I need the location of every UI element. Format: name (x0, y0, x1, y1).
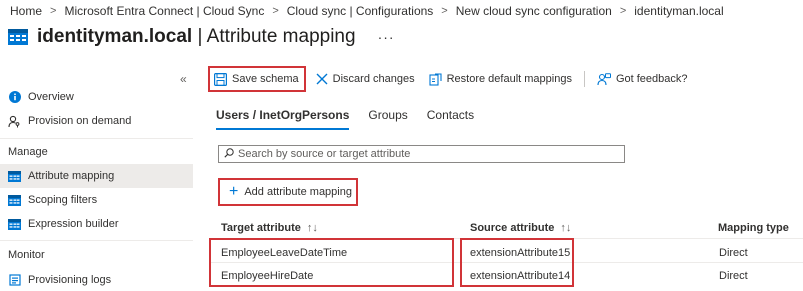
nav-section-monitor: Monitor (8, 249, 45, 261)
table-row-0-type: Direct (719, 247, 748, 259)
sidebar-item-label: Expression builder (28, 218, 119, 230)
column-header-label: Mapping type (718, 222, 789, 234)
nav-section-manage: Manage (8, 146, 48, 158)
save-schema-label: Save schema (232, 73, 299, 85)
sort-icon[interactable]: ↑↓ (307, 222, 318, 234)
discard-changes-label: Discard changes (332, 73, 415, 85)
breadcrumb-separator: > (619, 5, 627, 17)
plus-icon: + (229, 183, 239, 200)
feedback-icon (597, 72, 611, 86)
discard-changes-button[interactable]: Discard changes (312, 66, 419, 92)
tab-users-inetorgpersons[interactable]: Users / InetOrgPersons (216, 108, 350, 130)
column-header-label: Target attribute (221, 222, 301, 234)
table-row-1-type: Direct (719, 270, 748, 282)
column-header-label: Source attribute (470, 222, 555, 234)
sidebar-item-provisioning-logs[interactable]: Provisioning logs (0, 268, 193, 291)
sidebar-item-label: Provisioning logs (28, 274, 112, 286)
got-feedback-label: Got feedback? (615, 73, 688, 85)
breadcrumb-entra-connect[interactable]: Microsoft Entra Connect | Cloud Sync (64, 4, 264, 18)
sidebar-item-label: Attribute mapping (28, 170, 115, 182)
tab-groups[interactable]: Groups (368, 108, 407, 130)
add-attribute-mapping-label: Add attribute mapping (244, 186, 352, 198)
page-title-bold: identityman.local (37, 26, 193, 47)
page-header: identityman.local | Attribute mapping ··… (8, 24, 395, 50)
sidebar-item-label: Overview (28, 91, 74, 103)
command-bar: Save schema Discard changes Restore defa… (208, 66, 692, 92)
breadcrumb-configurations[interactable]: Cloud sync | Configurations (287, 4, 434, 18)
got-feedback-button[interactable]: Got feedback? (593, 66, 692, 92)
object-type-tabs: Users / InetOrgPersons Groups Contacts (216, 108, 493, 130)
nav-divider (0, 240, 193, 241)
column-header-source-attribute: Source attribute ↑↓ (470, 222, 571, 234)
table-icon (8, 218, 21, 231)
highlight-box-target-attributes (209, 238, 454, 287)
sidebar: « Overview Provision on demand Manage At… (0, 66, 193, 291)
sidebar-item-label: Provision on demand (28, 115, 132, 127)
save-schema-button[interactable]: Save schema (208, 66, 306, 92)
more-options-icon[interactable]: ··· (378, 29, 395, 45)
collapse-sidebar-icon[interactable]: « (180, 72, 187, 86)
column-header-target-attribute: Target attribute ↑↓ (221, 222, 318, 234)
sidebar-item-attribute-mapping[interactable]: Attribute mapping (0, 164, 193, 188)
search-icon (224, 145, 234, 163)
sidebar-item-overview[interactable]: Overview (0, 85, 193, 109)
column-header-mapping-type: Mapping type (718, 222, 789, 234)
sort-icon[interactable]: ↑↓ (560, 222, 571, 234)
breadcrumb-separator: > (272, 5, 279, 17)
save-icon (214, 72, 227, 86)
table-icon (8, 170, 21, 183)
sidebar-item-label: Scoping filters (28, 194, 98, 206)
table-icon (8, 29, 28, 45)
search-box[interactable] (218, 145, 625, 163)
breadcrumb: Home > Microsoft Entra Connect | Cloud S… (10, 3, 724, 19)
search-input[interactable] (238, 148, 624, 160)
sidebar-item-provision-on-demand[interactable]: Provision on demand (0, 109, 193, 133)
breadcrumb-separator: > (50, 5, 57, 17)
sidebar-item-scoping-filters[interactable]: Scoping filters (0, 188, 193, 212)
page-title: identityman.local | Attribute mapping (37, 26, 356, 48)
close-icon (316, 73, 328, 85)
breadcrumb-new-config[interactable]: New cloud sync configuration (456, 4, 612, 18)
info-icon (8, 91, 21, 104)
restore-default-mappings-label: Restore default mappings (446, 73, 572, 85)
log-icon (8, 274, 21, 287)
tab-contacts[interactable]: Contacts (427, 108, 474, 130)
nav-divider (0, 138, 193, 139)
sidebar-item-expression-builder[interactable]: Expression builder (0, 212, 193, 236)
page-title-rest: | Attribute mapping (192, 26, 356, 47)
toolbar-divider (583, 71, 585, 87)
breadcrumb-current: identityman.local (634, 4, 724, 18)
table-icon (8, 194, 21, 207)
breadcrumb-home[interactable]: Home (10, 4, 42, 18)
add-attribute-mapping-button[interactable]: + Add attribute mapping (218, 178, 358, 206)
restore-default-mappings-button[interactable]: Restore default mappings (425, 66, 576, 92)
highlight-box-source-attributes (460, 238, 574, 287)
person-key-icon (8, 115, 21, 128)
breadcrumb-separator: > (441, 5, 448, 17)
restore-icon (429, 72, 442, 86)
